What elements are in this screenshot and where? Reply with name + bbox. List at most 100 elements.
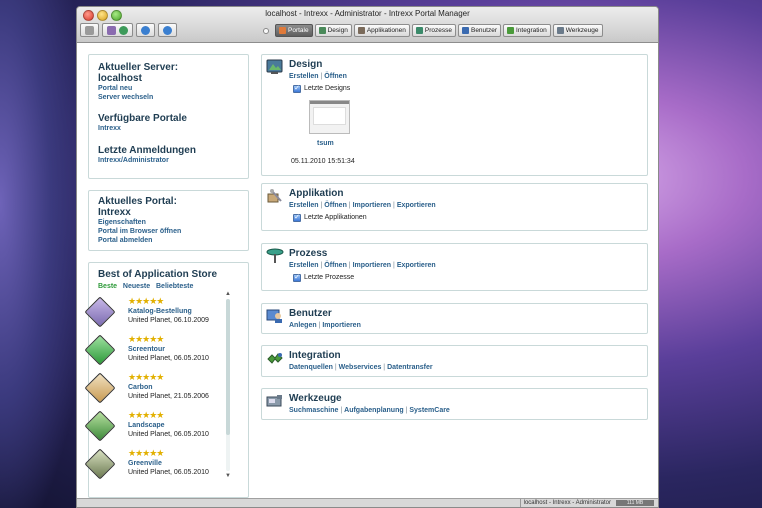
app-create-link[interactable]: Erstellen [289, 202, 319, 209]
process-open-link[interactable]: Öffnen [324, 262, 347, 269]
store-item[interactable]: ★★★★★ Katalog-Bestellung United Planet, … [84, 296, 230, 333]
recent-designs-label: Letzte Designs [304, 85, 351, 92]
app-import-link[interactable]: Importieren [353, 202, 392, 209]
status-bar: localhost - Intrexx - Administrator 111 … [77, 498, 658, 507]
scroll-up-icon[interactable]: ▲ [225, 291, 231, 297]
store-item-meta: United Planet, 21.05.2006 [128, 393, 209, 400]
tab-benutzer[interactable]: Benutzer [457, 24, 502, 37]
searchengine-link[interactable]: Suchmaschine [289, 407, 338, 414]
rating-stars: ★★★★★ [128, 372, 164, 382]
process-icon [415, 27, 423, 34]
checkbox-checked-icon[interactable]: ✓ [293, 84, 301, 93]
refresh-icon [141, 25, 150, 35]
werkzeuge-section: Werkzeuge Suchmaschine | Aufgabenplanung… [261, 388, 648, 420]
current-portal-panel: Aktuelles Portal: Intrexx Eigenschaften … [88, 190, 249, 251]
werkzeuge-links: Suchmaschine | Aufgabenplanung | SystemC… [289, 407, 450, 414]
user-import-link[interactable]: Importieren [322, 322, 361, 329]
store-item[interactable]: ★★★★★ Greenville United Planet, 06.05.20… [84, 448, 230, 485]
systemcare-link[interactable]: SystemCare [409, 407, 449, 414]
main-content: Aktueller Server: localhost Portal neu S… [77, 43, 658, 498]
tab-label: Werkzeuge [565, 27, 599, 34]
greenville-app-icon [84, 448, 116, 480]
tab-werkzeuge[interactable]: Werkzeuge [552, 24, 603, 37]
filter-beliebteste[interactable]: Beliebteste [156, 283, 193, 290]
datasources-link[interactable]: Datenquellen [289, 364, 333, 371]
tab-integration[interactable]: Integration [503, 24, 551, 37]
tab-label: Portale [288, 27, 309, 34]
switch-server-link[interactable]: Server wechseln [98, 93, 196, 102]
app-open-link[interactable]: Öffnen [324, 202, 347, 209]
app-store-heading: Best of Application Store [98, 269, 218, 280]
thumbnail-preview [313, 107, 346, 125]
tab-design[interactable]: Design [314, 24, 352, 37]
tab-prozesse[interactable]: Prozesse [411, 24, 456, 37]
design-links: Erstellen | Öffnen [289, 73, 347, 80]
integration-icon [507, 27, 515, 34]
tab-applikationen[interactable]: Applikationen [353, 24, 410, 37]
design-open-link[interactable]: Öffnen [324, 73, 347, 80]
scroll-down-icon[interactable]: ▼ [225, 473, 231, 479]
integration-title: Integration [289, 350, 341, 361]
store-item-name[interactable]: Carbon [128, 383, 153, 392]
memory-indicator: 111 MB [616, 500, 654, 506]
store-item-name[interactable]: Katalog-Bestellung [128, 307, 192, 316]
task-scheduling-link[interactable]: Aufgabenplanung [344, 407, 404, 414]
recent-logins-heading: Letzte Anmeldungen [98, 145, 196, 156]
process-export-link[interactable]: Exportieren [397, 262, 436, 269]
prozess-section: Prozess Erstellen | Öffnen | Importieren… [261, 243, 648, 291]
main-tabs: Portale Design Applikationen Prozesse Be… [263, 24, 603, 37]
tab-label: Benutzer [470, 27, 498, 34]
store-item[interactable]: ★★★★★ Carbon United Planet, 21.05.2006 [84, 372, 230, 409]
user-icon-graphic [266, 309, 282, 323]
recent-login-link[interactable]: Intrexx/Administrator [98, 156, 196, 165]
current-portal-heading: Aktuelles Portal: [98, 196, 177, 207]
webservices-link[interactable]: Webservices [339, 364, 382, 371]
tab-portale[interactable]: Portale [275, 24, 313, 37]
design-create-link[interactable]: Erstellen [289, 73, 319, 80]
application-icon-graphic [267, 189, 282, 203]
portal-tools-button[interactable] [102, 23, 133, 37]
user-create-link[interactable]: Anlegen [289, 322, 317, 329]
recent-designs-toggle[interactable]: ✓ Letzte Designs [293, 84, 350, 93]
rating-stars: ★★★★★ [128, 334, 164, 344]
process-create-link[interactable]: Erstellen [289, 262, 319, 269]
new-portal-link[interactable]: Portal neu [98, 84, 196, 93]
scrollbar-thumb[interactable] [226, 299, 230, 435]
app-export-link[interactable]: Exportieren [397, 202, 436, 209]
prozess-links: Erstellen | Öffnen | Importieren | Expor… [289, 262, 436, 269]
refresh-button[interactable] [136, 23, 155, 37]
globe-icon [119, 25, 128, 35]
help-button[interactable] [158, 23, 177, 37]
design-thumbnail[interactable] [309, 100, 350, 134]
store-item[interactable]: ★★★★★ Landscape United Planet, 06.05.201… [84, 410, 230, 447]
werkzeuge-title: Werkzeuge [289, 393, 342, 404]
portal-link-intrexx[interactable]: Intrexx [98, 124, 196, 133]
store-item[interactable]: ★★★★★ Screentour United Planet, 06.05.20… [84, 334, 230, 371]
portal-logout-link[interactable]: Portal abmelden [98, 236, 181, 245]
applikation-title: Applikation [289, 188, 344, 199]
store-item-name[interactable]: Landscape [128, 421, 165, 430]
store-item-name[interactable]: Greenville [128, 459, 162, 468]
available-portals-heading: Verfügbare Portale [98, 113, 187, 124]
store-item-name[interactable]: Screentour [128, 345, 165, 354]
store-scrollbar[interactable]: ▲ ▼ [225, 291, 231, 479]
applikation-links: Erstellen | Öffnen | Importieren | Expor… [289, 202, 436, 209]
server-tool-button[interactable] [80, 23, 99, 37]
tab-label: Design [327, 27, 348, 34]
checkbox-checked-icon[interactable]: ✓ [293, 273, 301, 282]
datatransfer-link[interactable]: Datentransfer [387, 364, 433, 371]
recent-applications-toggle[interactable]: ✓ Letzte Applikationen [293, 213, 367, 222]
benutzer-title: Benutzer [289, 308, 332, 319]
tab-indicator-dot [263, 27, 269, 34]
design-thumbnail-label[interactable]: tsum [317, 139, 334, 148]
process-import-link[interactable]: Importieren [353, 262, 392, 269]
filter-beste[interactable]: Beste [98, 283, 117, 290]
app-store-filters: Beste Neueste Beliebteste [98, 282, 193, 291]
open-in-browser-link[interactable]: Portal im Browser öffnen [98, 227, 181, 236]
checkbox-checked-icon[interactable]: ✓ [293, 213, 301, 222]
benutzer-section: Benutzer Anlegen | Importieren [261, 303, 648, 334]
server-icon [85, 25, 94, 35]
filter-neueste[interactable]: Neueste [123, 283, 150, 290]
properties-link[interactable]: Eigenschaften [98, 218, 181, 227]
recent-processes-toggle[interactable]: ✓ Letzte Prozesse [293, 273, 354, 282]
